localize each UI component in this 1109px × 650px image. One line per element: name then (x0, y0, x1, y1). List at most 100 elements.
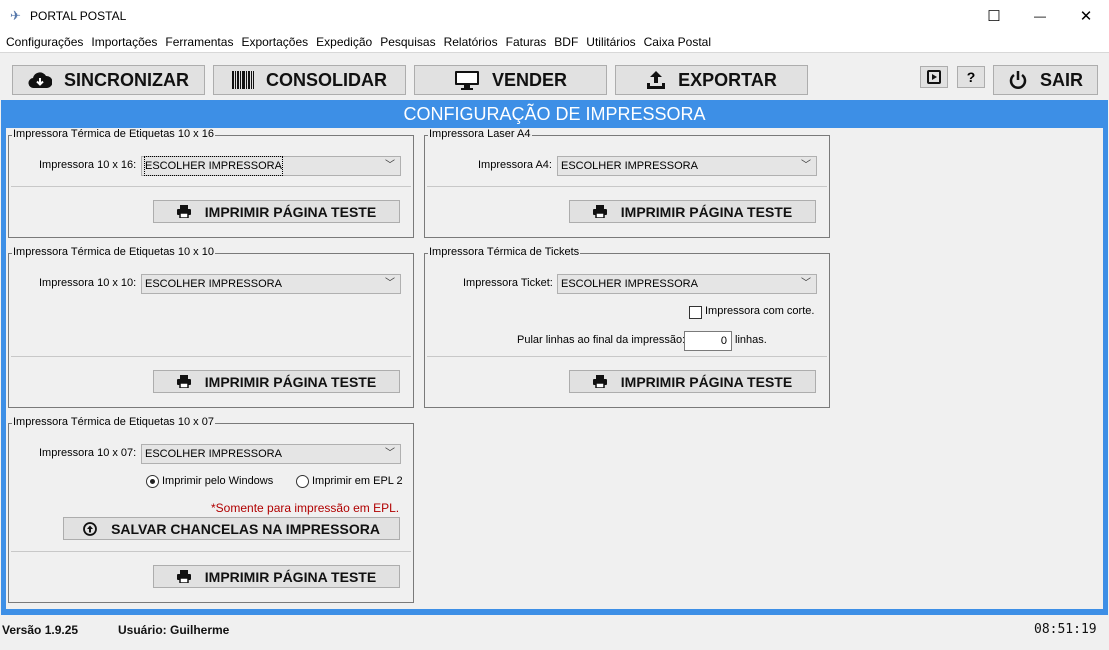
help-button[interactable]: ? (957, 66, 985, 88)
maximize-button[interactable]: ☐ (971, 0, 1017, 32)
printer-10x10-label: Impressora 10 x 10: (39, 277, 137, 289)
group-a4-title: Impressora Laser A4 (428, 128, 532, 140)
printer-10x16-select[interactable]: ESCOLHER IMPRESSORA ﹀ (141, 156, 401, 176)
test-print-ticket-button[interactable]: IMPRIMIR PÁGINA TESTE (569, 370, 816, 393)
divider (11, 551, 411, 552)
menu-caixa-postal[interactable]: Caixa Postal (640, 35, 715, 49)
close-button[interactable]: ✕ (1063, 0, 1109, 32)
printer-icon (176, 205, 191, 218)
menu-configuracoes[interactable]: Configurações (2, 35, 87, 49)
skip-lines-input[interactable]: 0 (684, 331, 732, 351)
divider (11, 356, 411, 357)
maximize-icon: ☐ (987, 8, 1001, 25)
chevron-down-icon: ﹀ (385, 160, 395, 171)
menu-expedicao[interactable]: Expedição (312, 35, 376, 49)
save-stamps-label: SALVAR CHANCELAS NA IMPRESSORA (111, 520, 380, 537)
group-10x07-title: Impressora Térmica de Etiquetas 10 x 07 (12, 416, 215, 428)
exportar-button[interactable]: EXPORTAR (615, 65, 808, 95)
version-text: Versão 1.9.25 (2, 623, 79, 637)
group-tickets: Impressora Térmica de Tickets Impressora… (424, 246, 830, 408)
menu-exportacoes[interactable]: Exportações (237, 35, 312, 49)
group-10x07: Impressora Térmica de Etiquetas 10 x 07 … (8, 416, 414, 603)
radio-epl-label: Imprimir em EPL 2 (312, 475, 403, 487)
group-10x10-title: Impressora Térmica de Etiquetas 10 x 10 (12, 246, 215, 258)
menu-importacoes[interactable]: Importações (87, 35, 161, 49)
group-10x16-title: Impressora Térmica de Etiquetas 10 x 16 (12, 128, 215, 140)
chevron-down-icon: ﹀ (801, 278, 811, 289)
sincronizar-button[interactable]: SINCRONIZAR (12, 65, 205, 95)
printer-a4-label: Impressora A4: (478, 159, 552, 171)
help-icon: ? (966, 69, 976, 85)
menu-faturas[interactable]: Faturas (502, 35, 551, 49)
app-window: ✈ PORTAL POSTAL — ✕ ☐ Configurações Impo… (0, 0, 1109, 650)
close-icon: ✕ (1079, 8, 1093, 25)
save-stamps-button[interactable]: SALVAR CHANCELAS NA IMPRESSORA (63, 517, 400, 540)
sair-button[interactable]: SAIR (993, 65, 1098, 95)
group-10x10: Impressora Térmica de Etiquetas 10 x 10 … (8, 246, 414, 408)
radio-epl[interactable] (296, 475, 309, 488)
test-print-10x07-button[interactable]: IMPRIMIR PÁGINA TESTE (153, 565, 400, 588)
group-tickets-title: Impressora Térmica de Tickets (428, 246, 581, 258)
app-logo-icon: ✈ (10, 8, 21, 23)
printer-ticket-select[interactable]: ESCOLHER IMPRESSORA ﹀ (557, 274, 817, 294)
cloud-download-icon (28, 72, 52, 89)
test-print-label: IMPRIMIR PÁGINA TESTE (620, 373, 793, 390)
vender-button[interactable]: VENDER (414, 65, 607, 95)
media-play-button[interactable] (920, 66, 948, 88)
user-text: Usuário: Guilherme (118, 623, 230, 637)
arrow-up-circle-icon (83, 521, 97, 536)
printer-10x16-value: ESCOLHER IMPRESSORA (144, 156, 283, 176)
cut-checkbox[interactable] (689, 306, 702, 319)
chevron-down-icon: ﹀ (385, 278, 395, 289)
menu-ferramentas[interactable]: Ferramentas (161, 35, 237, 49)
printer-10x10-select[interactable]: ESCOLHER IMPRESSORA ﹀ (141, 274, 401, 294)
consolidar-label: CONSOLIDAR (266, 69, 387, 90)
power-icon (1009, 71, 1027, 89)
printer-icon (592, 205, 607, 218)
divider (11, 186, 411, 187)
test-print-10x10-button[interactable]: IMPRIMIR PÁGINA TESTE (153, 370, 400, 393)
play-box-icon (927, 70, 941, 84)
menu-pesquisas[interactable]: Pesquisas (376, 35, 439, 49)
radio-windows-label: Imprimir pelo Windows (162, 475, 274, 487)
test-print-label: IMPRIMIR PÁGINA TESTE (204, 203, 377, 220)
printer-a4-value: ESCOLHER IMPRESSORA (561, 160, 698, 172)
printer-ticket-value: ESCOLHER IMPRESSORA (561, 278, 698, 290)
group-a4: Impressora Laser A4 Impressora A4: ESCOL… (424, 128, 830, 238)
menu-utilitarios[interactable]: Utilitários (582, 35, 639, 49)
toolbar-divider (0, 52, 1109, 53)
menu-bar: Configurações Importações Ferramentas Ex… (0, 32, 1109, 52)
divider (427, 356, 827, 357)
cut-checkbox-label: Impressora com corte. (705, 305, 815, 317)
test-print-label: IMPRIMIR PÁGINA TESTE (204, 373, 377, 390)
group-10x16: Impressora Térmica de Etiquetas 10 x 16 … (8, 128, 414, 238)
menu-bdf[interactable]: BDF (550, 35, 582, 49)
printer-icon (176, 570, 191, 583)
printer-icon (592, 375, 607, 388)
printer-10x10-value: ESCOLHER IMPRESSORA (145, 278, 282, 290)
printer-icon (176, 375, 191, 388)
printer-10x16-label: Impressora 10 x 16: (39, 159, 137, 171)
divider (427, 186, 827, 187)
printer-10x07-select[interactable]: ESCOLHER IMPRESSORA ﹀ (141, 444, 401, 464)
chevron-down-icon: ﹀ (801, 160, 811, 171)
radio-windows[interactable] (146, 475, 159, 488)
printer-10x07-value: ESCOLHER IMPRESSORA (145, 448, 282, 460)
exportar-label: EXPORTAR (678, 69, 777, 90)
sincronizar-label: SINCRONIZAR (64, 69, 189, 90)
skip-lines-unit: linhas. (735, 334, 767, 346)
chevron-down-icon: ﹀ (385, 448, 395, 459)
test-print-10x16-button[interactable]: IMPRIMIR PÁGINA TESTE (153, 200, 400, 223)
printer-10x07-label: Impressora 10 x 07: (39, 447, 137, 459)
title-bar: ✈ PORTAL POSTAL — ✕ ☐ (0, 0, 1109, 32)
printer-a4-select[interactable]: ESCOLHER IMPRESSORA ﹀ (557, 156, 817, 176)
test-print-a4-button[interactable]: IMPRIMIR PÁGINA TESTE (569, 200, 816, 223)
barcode-icon (232, 71, 254, 89)
skip-lines-label: Pular linhas ao final da impressão: (517, 334, 686, 346)
page-title: CONFIGURAÇÃO DE IMPRESSORA (403, 104, 706, 124)
consolidar-button[interactable]: CONSOLIDAR (213, 65, 406, 95)
clock-text: 08:51:19 (1034, 622, 1097, 637)
menu-relatorios[interactable]: Relatórios (440, 35, 502, 49)
test-print-label: IMPRIMIR PÁGINA TESTE (204, 568, 377, 585)
sair-label: SAIR (1039, 69, 1083, 90)
